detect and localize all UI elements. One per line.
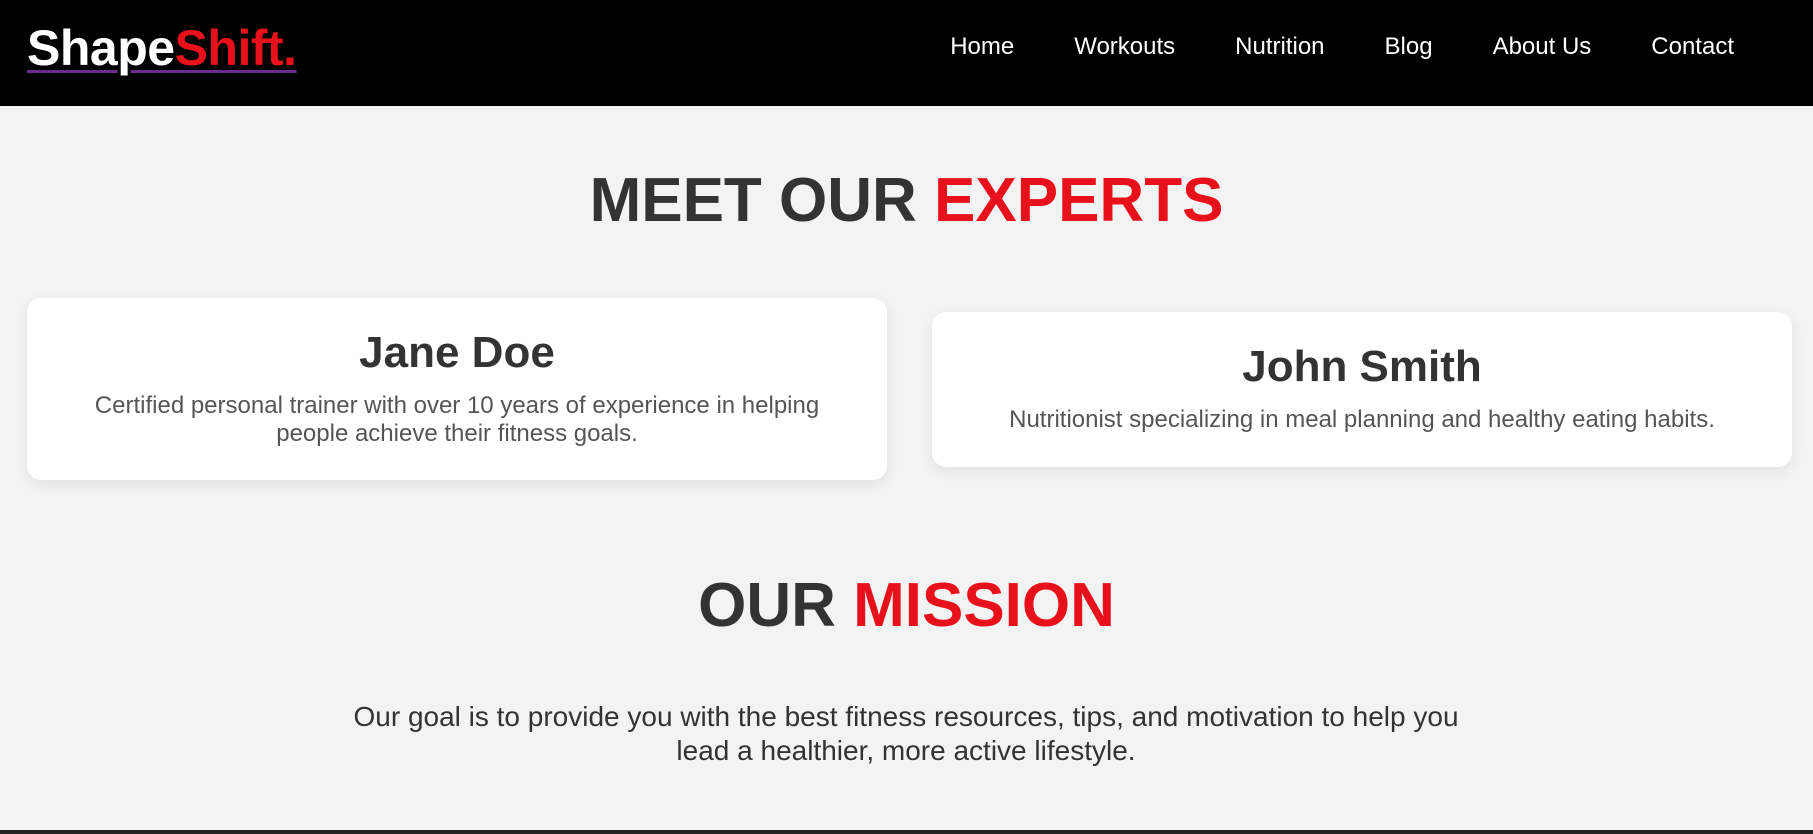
nav-link-contact[interactable]: Contact: [1621, 32, 1734, 62]
experts-section-title: MEET OUR EXPERTS: [0, 166, 1813, 236]
mission-title-main: OUR: [698, 571, 854, 640]
expert-description: Nutritionist specializing in meal planni…: [1009, 406, 1715, 433]
expert-name: John Smith: [1242, 342, 1482, 391]
expert-name: Jane Doe: [359, 328, 555, 377]
experts-title-accent: EXPERTS: [934, 166, 1224, 235]
nav-link-about-us[interactable]: About Us: [1463, 32, 1622, 62]
nav-link-blog[interactable]: Blog: [1355, 32, 1463, 62]
logo-text-shift: Shift.: [174, 20, 297, 76]
navbar: ShapeShift. Home Workouts Nutrition Blog…: [0, 0, 1813, 106]
nav-link-home[interactable]: Home: [920, 32, 1044, 62]
expert-description: Certified personal trainer with over 10 …: [94, 392, 820, 447]
brand-logo[interactable]: ShapeShift.: [27, 22, 297, 74]
logo-text-shape: Shape: [27, 20, 175, 76]
mission-title-accent: MISSION: [853, 571, 1115, 640]
nav-menu: Home Workouts Nutrition Blog About Us Co…: [920, 32, 1734, 62]
mission-text: Our goal is to provide you with the best…: [353, 701, 1459, 766]
expert-card-jane-doe: Jane Doe Certified personal trainer with…: [27, 298, 887, 480]
mission-section-title: OUR MISSION: [0, 571, 1813, 641]
experts-title-main: MEET OUR: [589, 166, 935, 235]
expert-card-john-smith: John Smith Nutritionist specializing in …: [932, 312, 1792, 467]
footer-divider: [0, 830, 1813, 834]
nav-link-workouts[interactable]: Workouts: [1044, 32, 1205, 62]
nav-link-nutrition[interactable]: Nutrition: [1205, 32, 1354, 62]
